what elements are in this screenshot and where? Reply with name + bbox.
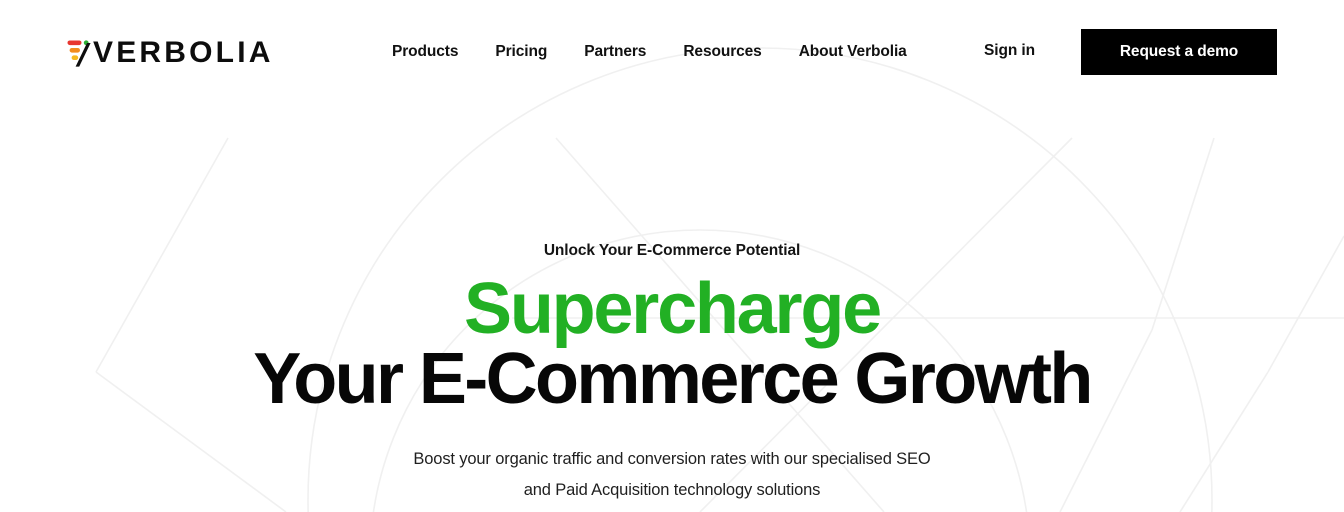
nav-item-about-verbolia[interactable]: About Verbolia [799,33,907,71]
decor-circle-1 [372,229,1028,512]
hero-subtext: Boost your organic traffic and conversio… [0,444,1344,506]
primary-navigation: Products Pricing Partners Resources Abou… [392,0,907,104]
request-a-demo-button[interactable]: Request a demo [1081,29,1277,75]
brand-wordmark: VERBOLIA [93,35,274,69]
decor-diagonal-6 [95,137,229,373]
decor-diagonal-5 [95,371,287,512]
nav-item-partners[interactable]: Partners [584,33,646,71]
decor-diagonal-8 [1267,235,1344,373]
hero-subtext-line-1: Boost your organic traffic and conversio… [413,450,931,468]
decor-circle-2 [307,47,1213,512]
hero-headline: Supercharge Your E-Commerce Growth [0,272,1344,416]
hero-headline-accent-line: Supercharge [464,269,882,349]
nav-item-products[interactable]: Products [392,33,458,71]
hero-eyebrow-text: Unlock Your E-Commerce Potential [543,242,801,259]
nav-item-pricing[interactable]: Pricing [495,33,547,71]
decor-diagonal-7 [1179,371,1269,512]
decor-diagonal-1 [555,137,885,512]
decor-diagonal-2 [699,137,1073,512]
decor-diagonal-4 [1059,329,1153,512]
site-header: VERBOLIA Products Pricing Partners Resou… [0,0,1344,104]
hero-subtext-line-2: and Paid Acquisition technology solution… [523,481,821,499]
decor-diagonal-3 [1151,137,1215,331]
brand-logo[interactable]: VERBOLIA [67,33,274,71]
sign-in-link[interactable]: Sign in [984,42,1035,60]
hero-headline-main-line: Your E-Commerce Growth [253,339,1093,419]
verbolia-funnel-logo-icon [67,40,91,67]
nav-item-resources[interactable]: Resources [683,33,761,71]
